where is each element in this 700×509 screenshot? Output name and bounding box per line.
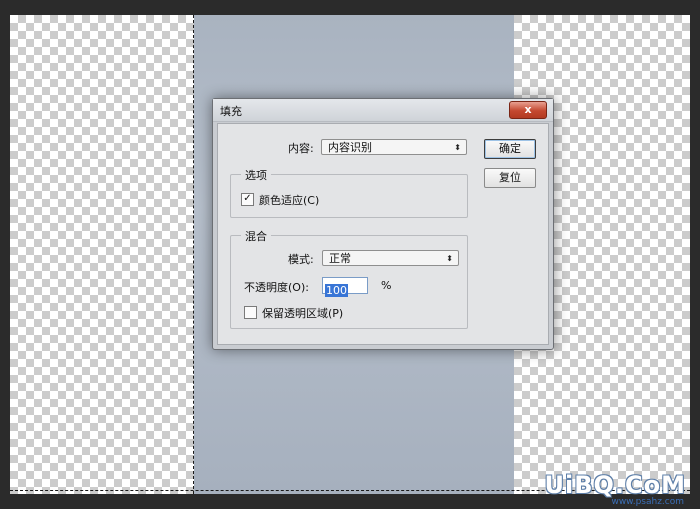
- site-watermark: UiBQ.CoM www.psahz.com: [544, 471, 686, 507]
- content-select[interactable]: 内容识别 ⬍: [321, 139, 467, 155]
- select-arrows-icon: ⬍: [454, 143, 461, 152]
- mode-label: 模式:: [288, 253, 314, 266]
- blend-group-title: 混合: [241, 228, 271, 244]
- preserve-transparency-checkbox[interactable]: [244, 306, 257, 319]
- select-arrows-icon: ⬍: [446, 254, 453, 263]
- reset-button[interactable]: 复位: [484, 168, 536, 188]
- close-button[interactable]: x: [509, 101, 547, 119]
- watermark-text: UiBQ.CoM: [544, 471, 686, 499]
- mode-select-value: 正常: [329, 252, 351, 265]
- mode-select[interactable]: 正常 ⬍: [322, 250, 459, 266]
- content-select-value: 内容识别: [328, 141, 372, 154]
- checkmark-icon: ✓: [243, 193, 252, 204]
- options-group: 选项 ✓ 颜色适应(C): [230, 167, 468, 218]
- content-label: 内容:: [288, 142, 314, 155]
- opacity-label: 不透明度(O):: [244, 281, 309, 294]
- ok-button[interactable]: 确定: [484, 139, 536, 159]
- blend-group: 混合 模式: 正常 ⬍ 不透明度(O): 100 % 保留透明区域(P): [230, 228, 468, 329]
- watermark-url: www.psahz.com: [611, 497, 684, 507]
- dialog-body: 内容: 内容识别 ⬍ 确定 复位 选项 ✓ 颜色适应(C) 混合 模式: 正常 …: [217, 123, 549, 345]
- close-icon: x: [524, 103, 532, 116]
- selection-marquee-left: [193, 15, 194, 494]
- opacity-value: 100: [325, 284, 348, 297]
- options-group-title: 选项: [241, 167, 271, 183]
- dialog-titlebar[interactable]: 填充 x: [213, 99, 553, 122]
- preserve-transparency-label[interactable]: 保留透明区域(P): [262, 305, 343, 321]
- opacity-unit: %: [381, 279, 392, 292]
- fill-dialog: 填充 x 内容: 内容识别 ⬍ 确定 复位 选项 ✓ 颜色适应(C) 混合 模式…: [212, 98, 554, 350]
- color-adapt-checkbox[interactable]: ✓: [241, 193, 254, 206]
- opacity-input[interactable]: 100: [322, 277, 368, 297]
- color-adapt-label[interactable]: 颜色适应(C): [259, 192, 319, 208]
- dialog-title: 填充: [220, 105, 242, 118]
